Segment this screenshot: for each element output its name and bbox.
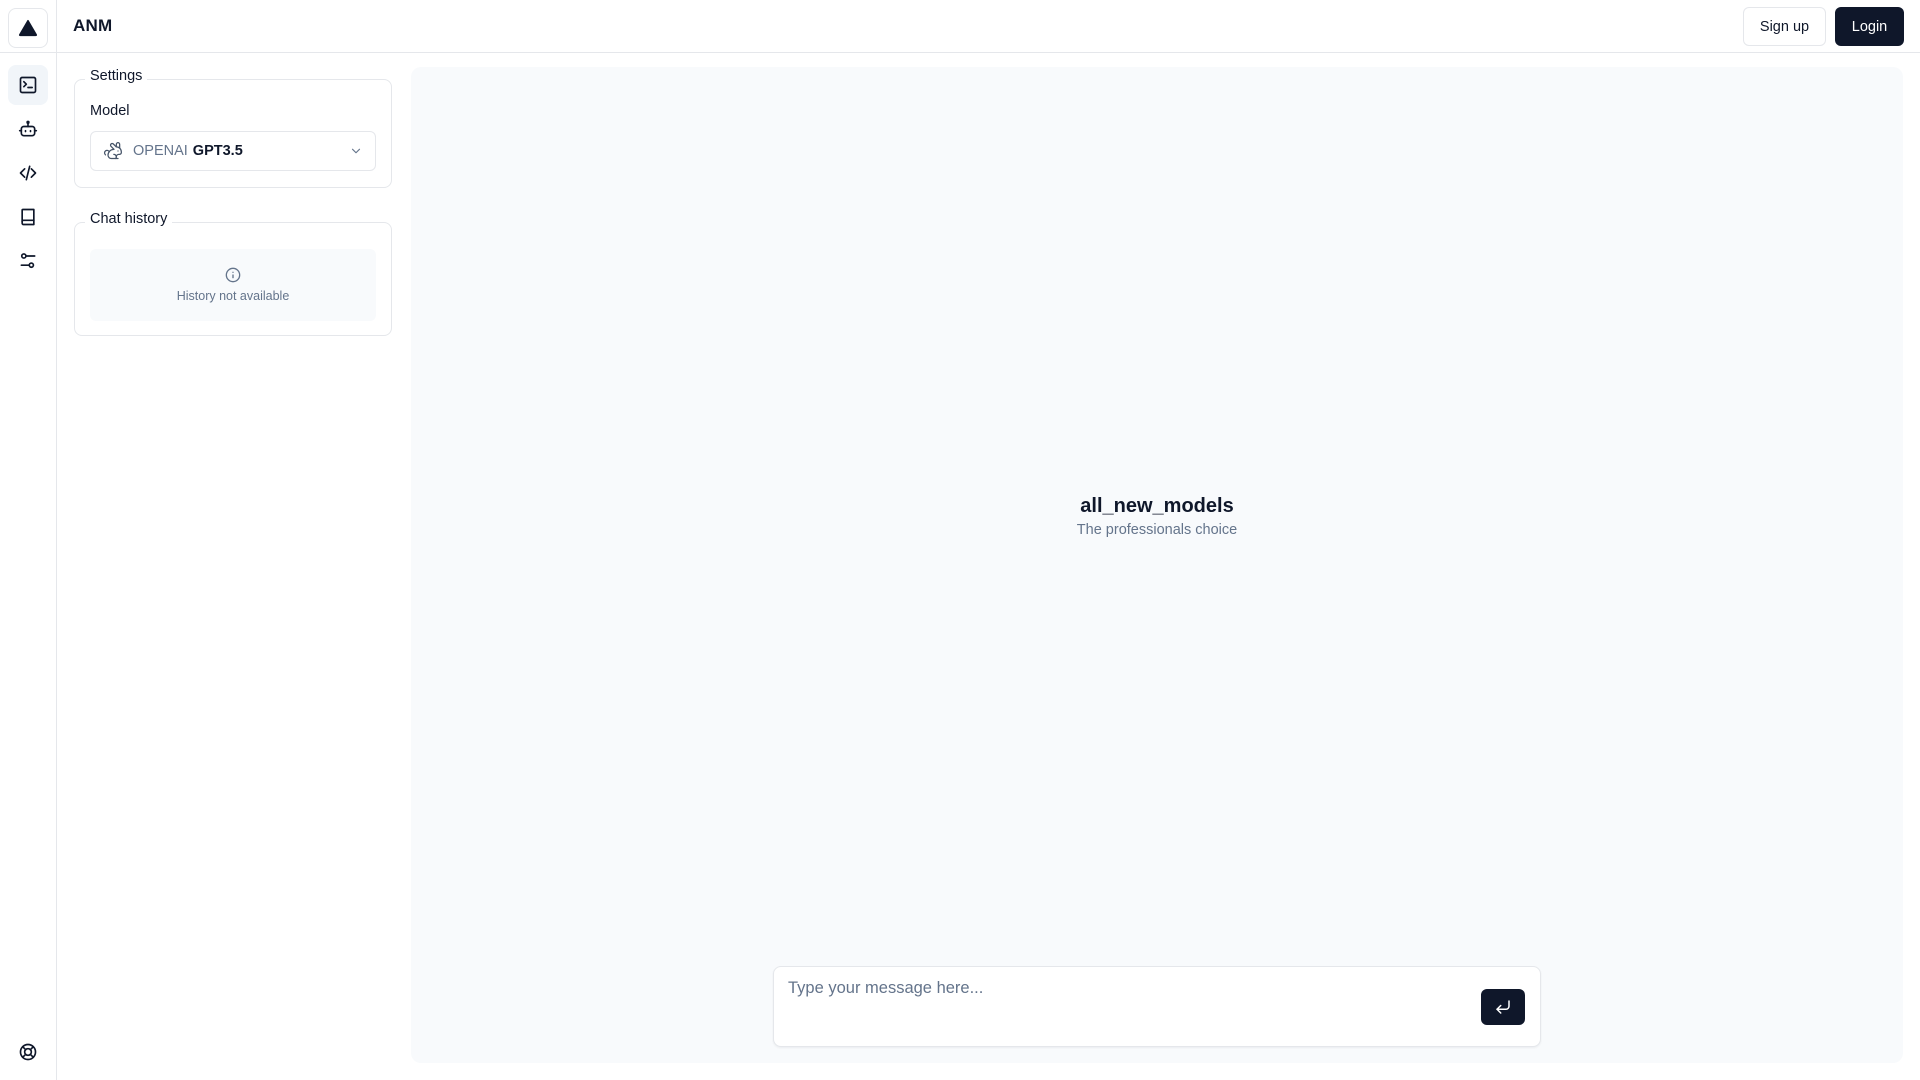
rail-item-bots[interactable] [8,109,48,149]
history-empty-text: History not available [176,289,290,303]
model-select[interactable]: OPENAI GPT3.5 [90,131,376,171]
icon-rail [0,0,57,1080]
rail-item-api[interactable] [8,153,48,193]
terminal-icon [19,76,37,94]
logo-button[interactable] [8,8,48,48]
history-empty-state: History not available [90,249,376,321]
chat-area: all_new_models The professionals choice [411,67,1903,1063]
rail-divider [0,52,57,53]
chat-history-panel: Chat history History not available [74,211,392,336]
rail-item-docs[interactable] [8,197,48,237]
chat-history-legend: Chat history [85,211,173,227]
send-button[interactable] [1481,989,1525,1025]
rail-item-settings[interactable] [8,241,48,281]
settings-sliders-icon [20,253,36,269]
book-icon [21,208,35,226]
brand-block: all_new_models The professionals choice [411,495,1903,538]
signup-button[interactable]: Sign up [1743,7,1826,46]
login-button[interactable]: Login [1835,7,1904,46]
settings-panel: Settings Model OPENAI GPT3.5 [74,68,392,188]
help-button[interactable] [8,1032,48,1072]
triangle-logo-icon [18,19,38,37]
top-header: ANM Sign up Login [57,0,1920,53]
model-provider: OPENAI [133,143,188,159]
bot-icon [18,120,38,137]
rabbit-icon [103,142,122,160]
code-icon [19,165,37,181]
chat-composer [773,966,1541,1047]
brand-name: all_new_models [1080,495,1234,517]
chevron-down-icon [351,148,361,154]
model-name: GPT3.5 [192,143,243,159]
settings-legend: Settings [85,68,148,84]
brand-tagline: The professionals choice [1076,522,1238,538]
enter-return-icon [1496,1000,1510,1014]
info-icon [225,267,241,283]
rail-item-playground[interactable] [8,65,48,105]
app-title: ANM [73,16,113,35]
model-label: Model [90,103,130,119]
message-input[interactable] [788,979,1468,1035]
help-lifebuoy-icon [19,1043,37,1061]
